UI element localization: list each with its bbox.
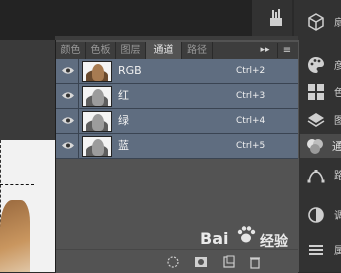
visibility-toggle[interactable] xyxy=(58,134,79,158)
channel-thumbnail xyxy=(82,61,112,82)
dock-label-more: 属 xyxy=(334,246,341,257)
channel-name: 蓝 xyxy=(118,139,129,152)
eye-icon xyxy=(62,92,74,99)
channel-shortcut: Ctrl+2 xyxy=(236,66,266,76)
dock-label-swatches: 彦 xyxy=(334,61,341,72)
channel-thumbnail xyxy=(82,111,112,132)
channel-thumbnail xyxy=(82,136,112,157)
channel-thumbnail xyxy=(82,86,112,107)
tab-swatches[interactable]: 色板 xyxy=(86,42,116,59)
watermark-paw-icon xyxy=(237,226,256,243)
3d-cube-icon[interactable] xyxy=(306,12,326,32)
visibility-toggle[interactable] xyxy=(58,59,79,83)
panel-menu-icon[interactable]: ≡ xyxy=(277,43,296,58)
eye-icon xyxy=(62,142,74,149)
swatches-palette-icon[interactable] xyxy=(306,55,326,75)
channel-name: 绿 xyxy=(118,114,129,127)
paths-icon[interactable] xyxy=(306,165,326,185)
watermark-sub-text: 经验 xyxy=(260,234,288,250)
channel-name: 红 xyxy=(118,89,129,102)
panel-tab-bar: 颜色 色板 图层 通道 路径 ▸▸ ≡ xyxy=(56,42,298,60)
dock-label-adjust: 调 xyxy=(334,211,341,222)
app-top-bar xyxy=(0,0,252,40)
adjustments-icon[interactable] xyxy=(306,205,326,225)
new-channel-icon[interactable] xyxy=(222,254,236,268)
channel-shortcut: Ctrl+3 xyxy=(236,91,266,101)
brush-presets-icon[interactable] xyxy=(266,8,286,28)
dock-label-3d: 扇 xyxy=(334,18,341,29)
dock-label-grid: 色 xyxy=(334,88,341,99)
eye-icon xyxy=(62,67,74,74)
channel-row-blue[interactable]: 蓝 Ctrl+5 xyxy=(56,134,298,159)
channel-name: RGB xyxy=(118,64,142,77)
tab-channels[interactable]: 通道 xyxy=(146,42,182,59)
dock-label-layers: 图 xyxy=(334,116,341,127)
channel-shortcut: Ctrl+5 xyxy=(236,141,266,151)
channel-row-green[interactable]: 绿 Ctrl+4 xyxy=(56,109,298,134)
watermark-logo: Bai xyxy=(200,229,229,248)
channel-row-rgb[interactable]: RGB Ctrl+2 xyxy=(56,59,298,84)
tab-paths[interactable]: 路径 xyxy=(182,42,213,59)
panel-bottom-toolbar xyxy=(56,249,298,273)
channel-row-red[interactable]: 红 Ctrl+3 xyxy=(56,84,298,109)
channels-icon[interactable]: 通 xyxy=(300,134,341,158)
delete-channel-icon[interactable] xyxy=(248,254,262,269)
visibility-toggle[interactable] xyxy=(58,84,79,108)
document-image-subject xyxy=(0,200,30,272)
save-selection-as-channel-icon[interactable] xyxy=(194,254,208,268)
dock-label-paths: 路 xyxy=(334,171,341,182)
more-icon[interactable] xyxy=(306,240,326,260)
channels-dock-label: 通 xyxy=(332,140,341,153)
channel-shortcut: Ctrl+4 xyxy=(236,116,266,126)
layers-icon[interactable] xyxy=(306,110,326,130)
selection-marquee xyxy=(0,184,34,193)
visibility-toggle[interactable] xyxy=(58,109,79,133)
tab-color[interactable]: 颜色 xyxy=(56,42,86,59)
grid-icon[interactable] xyxy=(306,82,326,102)
eye-icon xyxy=(62,117,74,124)
load-channel-as-selection-icon[interactable] xyxy=(166,254,180,268)
double-chevron-right-icon[interactable]: ▸▸ xyxy=(256,42,274,59)
tab-layers[interactable]: 图层 xyxy=(116,42,146,59)
